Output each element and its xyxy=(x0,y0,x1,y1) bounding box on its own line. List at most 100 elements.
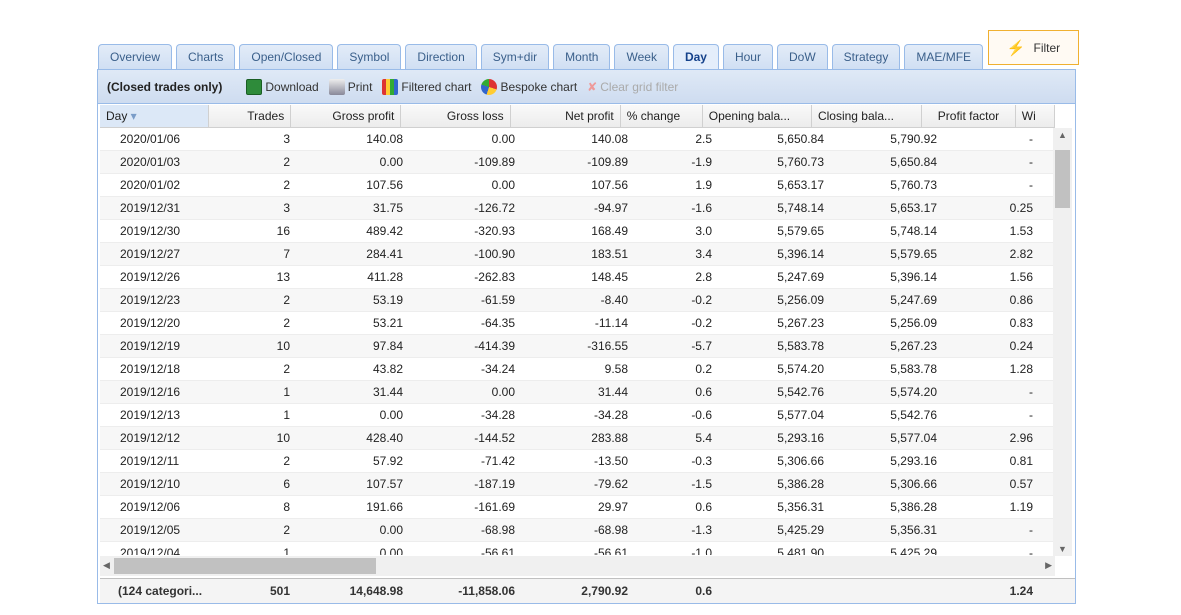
tab-symbol[interactable]: Symbol xyxy=(337,44,402,69)
scroll-down-icon[interactable]: ▼ xyxy=(1058,544,1067,554)
cell-opening-bala: 5,760.73 xyxy=(777,155,824,169)
cell-day: (124 categori... xyxy=(118,584,203,598)
tab-day[interactable]: Day xyxy=(672,44,719,70)
cell-gross-profit: 140.08 xyxy=(366,132,403,146)
tab-sym-dir[interactable]: Sym+dir xyxy=(480,44,550,69)
cell-profit-factor: 1.53 xyxy=(1009,224,1033,238)
tab-week[interactable]: Week xyxy=(614,44,669,69)
toolbar: (Closed trades only) Download Print Filt… xyxy=(98,70,1075,104)
cell--change: 0.2 xyxy=(695,362,712,376)
download-button[interactable]: Download xyxy=(246,78,319,95)
table-row[interactable]: 2020/01/03 2 0.00 -109.89 -109.89 -1.9 5,760.7… xyxy=(100,151,1055,174)
cell-closing-bala: 5,790.92 xyxy=(890,132,937,146)
table-row[interactable]: 2019/12/30 16 489.42 -320.93 168.49 3.0 5,579.… xyxy=(100,220,1055,243)
cell-trades: 3 xyxy=(283,132,290,146)
column-header[interactable]: Opening bala... xyxy=(703,105,812,127)
cell-net-profit: -79.62 xyxy=(593,477,628,491)
filtered-chart-button[interactable]: Filtered chart xyxy=(382,78,471,95)
column-header[interactable]: Trades xyxy=(209,105,292,127)
table-row[interactable]: 2019/12/20 2 53.21 -64.35 -11.14 -0.2 5,267.23… xyxy=(100,312,1055,335)
column-header[interactable]: Wi xyxy=(1016,105,1055,127)
cell-net-profit: -316.55 xyxy=(587,339,628,353)
table-row[interactable]: 2019/12/19 10 97.84 -414.39 -316.55 -5.7 5,583… xyxy=(100,335,1055,358)
table-row[interactable]: 2019/12/11 2 57.92 -71.42 -13.50 -0.3 5,306.66… xyxy=(100,450,1055,473)
column-header[interactable]: % change xyxy=(621,105,703,127)
column-header[interactable]: Day ▾ xyxy=(100,105,210,127)
cell-closing-bala: 5,425.29 xyxy=(890,546,937,555)
filter-button[interactable]: ⚡ Filter xyxy=(988,30,1079,65)
tab-hour[interactable]: Hour xyxy=(722,44,773,69)
table-row[interactable]: 2019/12/10 6 107.57 -187.19 -79.62 -1.5 5,386.… xyxy=(100,473,1055,496)
cell-profit-factor: - xyxy=(1029,408,1033,422)
cell-closing-bala: 5,386.28 xyxy=(890,500,937,514)
scroll-right-icon[interactable]: ▶ xyxy=(1045,560,1052,571)
horizontal-scroll-thumb[interactable] xyxy=(114,558,376,574)
cell-net-profit: 29.97 xyxy=(597,500,628,514)
column-header[interactable]: Gross profit xyxy=(291,105,402,127)
cell-profit-factor: 0.81 xyxy=(1009,454,1033,468)
sort-desc-icon[interactable]: ▾ xyxy=(127,109,137,123)
cell-opening-bala: 5,579.65 xyxy=(777,224,824,238)
scroll-left-icon[interactable]: ◀ xyxy=(103,560,110,571)
horizontal-scrollbar[interactable]: ◀ ▶ xyxy=(100,556,1055,576)
cell-gross-profit: 14,648.98 xyxy=(349,584,403,598)
tab-dow[interactable]: DoW xyxy=(776,44,828,69)
tab-charts[interactable]: Charts xyxy=(176,44,236,69)
cell-gross-profit: 0.00 xyxy=(379,546,403,555)
data-grid: Day ▾ Trades Gross profit Gross loss Net pro… xyxy=(100,105,1055,555)
bespoke-chart-button[interactable]: Bespoke chart xyxy=(481,78,577,95)
table-row[interactable]: 2019/12/26 13 411.28 -262.83 148.45 2.8 5,247.… xyxy=(100,266,1055,289)
tab-strategy[interactable]: Strategy xyxy=(831,44,901,69)
cell-net-profit: -56.61 xyxy=(593,546,628,555)
cell-profit-factor: - xyxy=(1029,546,1033,555)
table-row[interactable]: 2020/01/06 3 140.08 0.00 140.08 2.5 5,650.84 5,… xyxy=(100,128,1055,151)
cell-opening-bala: 5,267.23 xyxy=(777,316,824,330)
cell-day: 2019/12/20 xyxy=(120,316,181,330)
table-row[interactable]: 2019/12/04 1 0.00 -56.61 -56.61 -1.0 5,481.90 5… xyxy=(100,542,1055,555)
tab-overview[interactable]: Overview xyxy=(98,44,173,69)
table-row[interactable]: 2019/12/06 8 191.66 -161.69 29.97 0.6 5,356.31… xyxy=(100,496,1055,519)
cell-profit-factor: - xyxy=(1029,523,1033,537)
table-row[interactable]: 2019/12/23 2 53.19 -61.59 -8.40 -0.2 5,256.09 5… xyxy=(100,289,1055,312)
cell-net-profit: 283.88 xyxy=(591,431,628,445)
table-row[interactable]: 2020/01/02 2 107.56 0.00 107.56 1.9 5,653.17 5,… xyxy=(100,174,1055,197)
column-header[interactable]: Profit factor xyxy=(922,105,1016,127)
vertical-scrollbar[interactable]: ▲ ▼ xyxy=(1053,128,1072,556)
cell-profit-factor: 0.57 xyxy=(1009,477,1033,491)
tab-month[interactable]: Month xyxy=(553,44,611,69)
cell-gross-loss: -161.69 xyxy=(474,500,515,514)
cell-net-profit: -34.28 xyxy=(593,408,628,422)
cell-net-profit: 9.58 xyxy=(604,362,628,376)
table-row[interactable]: 2019/12/05 2 0.00 -68.98 -68.98 -1.3 5,425.29 5… xyxy=(100,519,1055,542)
tab-open-closed[interactable]: Open/Closed xyxy=(239,44,334,69)
column-header[interactable]: Closing bala... xyxy=(812,105,923,127)
scroll-up-icon[interactable]: ▲ xyxy=(1058,130,1067,140)
vertical-scroll-thumb[interactable] xyxy=(1055,150,1070,208)
pie-chart-icon xyxy=(481,78,498,95)
table-row[interactable]: 2019/12/13 1 0.00 -34.28 -34.28 -0.6 5,577.04 5… xyxy=(100,404,1055,427)
cell-closing-bala: 5,653.17 xyxy=(890,201,937,215)
cell-profit-factor: 0.86 xyxy=(1009,293,1033,307)
table-row[interactable]: 2019/12/18 2 43.82 -34.24 9.58 0.2 5,574.20 5,5… xyxy=(100,358,1055,381)
cell-gross-loss: -144.52 xyxy=(474,431,515,445)
cell-trades: 6 xyxy=(283,477,290,491)
cell-opening-bala: 5,542.76 xyxy=(777,385,824,399)
clear-grid-filter-button[interactable]: ✘ Clear grid filter xyxy=(587,80,678,94)
excel-icon xyxy=(246,78,263,95)
column-header[interactable]: Gross loss xyxy=(401,105,511,127)
tab-mae-mfe[interactable]: MAE/MFE xyxy=(904,44,984,69)
table-row[interactable]: 2019/12/27 7 284.41 -100.90 183.51 3.4 5,396.1… xyxy=(100,243,1055,266)
cell-profit-factor: - xyxy=(1029,155,1033,169)
cell-net-profit: 183.51 xyxy=(591,247,628,261)
tab-direction[interactable]: Direction xyxy=(405,44,477,69)
column-header[interactable]: Net profit xyxy=(511,105,621,127)
cell-profit-factor: 2.96 xyxy=(1009,431,1033,445)
print-button[interactable]: Print xyxy=(328,78,372,95)
cell-profit-factor: - xyxy=(1029,385,1033,399)
table-row[interactable]: 2019/12/16 1 31.44 0.00 31.44 0.6 5,542.76 5,57… xyxy=(100,381,1055,404)
cell-closing-bala: 5,267.23 xyxy=(890,339,937,353)
cell-gross-profit: 31.44 xyxy=(372,385,403,399)
cell-closing-bala: 5,650.84 xyxy=(890,155,937,169)
table-row[interactable]: 2019/12/12 10 428.40 -144.52 283.88 5.4 5,293.… xyxy=(100,427,1055,450)
table-row[interactable]: 2019/12/31 3 31.75 -126.72 -94.97 -1.6 5,748.1… xyxy=(100,197,1055,220)
